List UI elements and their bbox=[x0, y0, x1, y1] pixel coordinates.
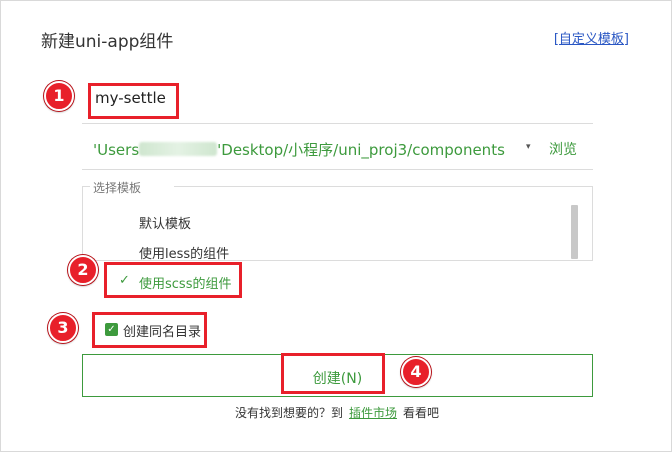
plugin-market-link[interactable]: 插件市场 bbox=[349, 406, 397, 420]
annotation-box-4 bbox=[281, 353, 385, 394]
footer-prefix: 没有找到想要的？到 bbox=[234, 406, 343, 420]
name-input-underline bbox=[82, 123, 593, 124]
footer-suffix: 看看吧 bbox=[403, 406, 440, 420]
path-field[interactable]: 'Users 'Desktop/小程序/uni_proj3/components bbox=[93, 139, 505, 160]
dialog-title: 新建uni-app组件 bbox=[41, 32, 174, 52]
path-suffix: 'Desktop/小程序/uni_proj3/components bbox=[217, 141, 505, 159]
template-list-scrollbar[interactable] bbox=[571, 205, 578, 259]
path-underline bbox=[82, 169, 593, 170]
annotation-badge-1: 1 bbox=[44, 81, 74, 111]
annotation-box-2 bbox=[104, 262, 242, 298]
annotation-box-1 bbox=[88, 83, 179, 119]
path-prefix: 'Users bbox=[93, 141, 140, 159]
footer-hint: 没有找到想要的？到 插件市场 看看吧 bbox=[1, 404, 672, 421]
annotation-badge-4: 4 bbox=[401, 357, 431, 387]
annotation-badge-3: 3 bbox=[48, 313, 78, 343]
dropdown-arrow-icon[interactable]: ▾ bbox=[526, 142, 531, 152]
browse-button[interactable]: 浏览 bbox=[549, 139, 577, 159]
template-item-default[interactable]: 默认模板 bbox=[139, 213, 191, 232]
template-item-less[interactable]: 使用less的组件 bbox=[139, 243, 229, 262]
blurred-username bbox=[139, 142, 218, 156]
annotation-box-3 bbox=[92, 312, 207, 348]
annotation-badge-2: 2 bbox=[68, 255, 98, 285]
template-legend: 选择模板 bbox=[93, 181, 142, 195]
custom-template-link[interactable]: [自定义模板] bbox=[554, 28, 629, 47]
